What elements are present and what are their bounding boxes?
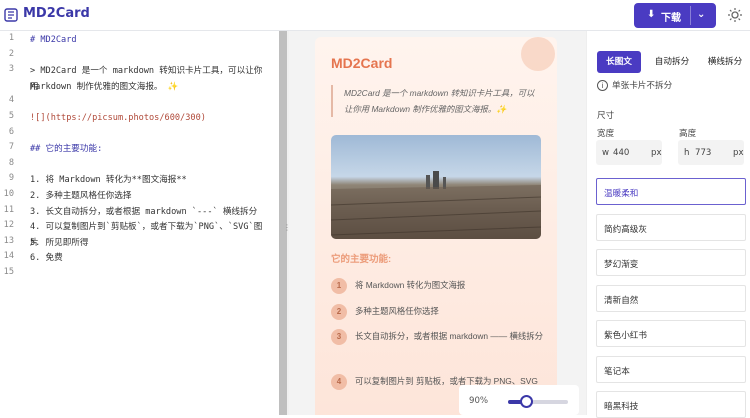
width-value: 440 [613,148,630,158]
list-number-badge: 3 [331,329,347,345]
height-prefix: h [684,148,690,158]
split-info: i 单张卡片不拆分 [597,79,672,91]
width-unit: px [651,148,662,158]
theme-option[interactable]: 笔记本 [596,355,746,383]
md-file-icon [4,8,18,22]
line-number: 5 [8,111,14,121]
line-number: 7 [8,142,14,153]
zoom-slider-knob[interactable] [520,395,533,408]
line-number: 1 [8,33,14,43]
info-icon: i [597,80,608,91]
theme-option[interactable]: 暗黑科技 [596,391,746,418]
zoom-level: 90% [469,396,489,406]
line-number: 3 [8,64,14,75]
card-title: MD2Card [331,55,393,71]
editor-line[interactable]: 2. 多种主题风格任你选择 [30,189,270,205]
line-number: 9 [8,173,14,184]
height-unit: px [733,148,744,158]
zoom-control: 90% [459,385,579,415]
width-prefix: w [602,148,610,158]
list-item-text: 长文自动拆分，或者根据 markdown —— 横线拆分 [355,331,543,341]
line-number: 13 [3,235,14,246]
line-number: 8 [8,157,14,168]
theme-option[interactable]: 温暖柔和 [596,178,746,205]
editor-line[interactable]: 3. 长文自动拆分，或者根据 markdown `---` 横线拆分 [30,205,270,221]
editor-line[interactable]: ![](https://picsum.photos/600/300) [30,111,270,127]
size-label: 尺寸 [597,111,615,121]
editor-line[interactable]: 6. 免费 [30,251,270,267]
height-label: 高度 [679,129,697,139]
download-icon: ⬇ [647,9,656,20]
line-number: 14 [3,251,14,262]
card-image [331,135,541,239]
theme-option[interactable]: 梦幻渐变 [596,249,746,276]
button-separator [690,6,691,25]
width-label: 宽度 [597,129,615,139]
chevron-down-icon[interactable]: ⌄ [697,9,705,20]
editor-line[interactable]: Markdown 制作优雅的图文海报。 ✨ [30,80,270,96]
list-number-badge: 2 [331,304,347,320]
split-mode-tabs: 长图文 自动拆分 横线拆分 [597,51,750,73]
line-number: 12 [3,220,14,231]
list-item-text: 多种主题风格任你选择 [355,306,439,316]
split-info-text: 单张卡片不拆分 [612,81,673,91]
settings-panel: 长图文 自动拆分 横线拆分 i 单张卡片不拆分 尺寸 宽度 高度 w 440 px h… [586,31,750,418]
theme-option[interactable]: 紫色小红书 [596,320,746,347]
card-quote: MD2Card 是一个 markdown 转知识卡片工具，可以让你用 Markd… [331,85,541,117]
height-input[interactable]: h 773 px [678,140,744,165]
tab-split-mode[interactable]: 横线拆分 [700,51,750,73]
app-title: MD2Card [23,6,90,21]
card-subheading: 它的主要功能: [331,254,392,265]
theme-option[interactable]: 简约高级灰 [596,213,746,241]
editor-line[interactable]: # MD2Card [30,33,270,49]
line-number: 11 [3,204,14,215]
width-input[interactable]: w 440 px [596,140,662,165]
line-number: 15 [3,267,14,277]
download-label: 下载 [661,13,681,24]
line-number: 4 [8,95,14,106]
height-value: 773 [695,148,712,158]
knowledge-card: MD2Card MD2Card 是一个 markdown 转知识卡片工具，可以让… [315,37,557,415]
tab-split-mode[interactable]: 长图文 [597,51,641,73]
editor-line[interactable]: 5. 所见即所得 [30,236,270,252]
download-button[interactable]: ⬇ 下载 ⌄ [634,3,716,28]
line-number: 10 [3,189,14,199]
list-item-text: 将 Markdown 转化为图文海报 [355,280,466,290]
list-number-badge: 4 [331,374,347,390]
tab-split-mode[interactable]: 自动拆分 [647,51,697,73]
editor-line[interactable]: ## 它的主要功能: [30,142,270,158]
decorative-blob [521,37,555,71]
line-number: 2 [8,48,14,59]
theme-option[interactable]: 清新自然 [596,284,746,312]
line-number: 6 [8,126,14,137]
list-number-badge: 1 [331,278,347,294]
zoom-slider[interactable] [508,395,568,408]
app-header: MD2Card ⬇ 下载 ⌄ [0,0,750,31]
editor-line[interactable]: 1. 将 Markdown 转化为**图文海报** [30,173,270,189]
markdown-editor[interactable]: 1 # MD2Card 2 3 > MD2Card 是一个 markdown 转知识卡片… [0,31,279,415]
card-preview: MD2Card MD2Card 是一个 markdown 转知识卡片工具，可以让… [289,31,586,415]
sun-icon[interactable] [727,7,743,23]
